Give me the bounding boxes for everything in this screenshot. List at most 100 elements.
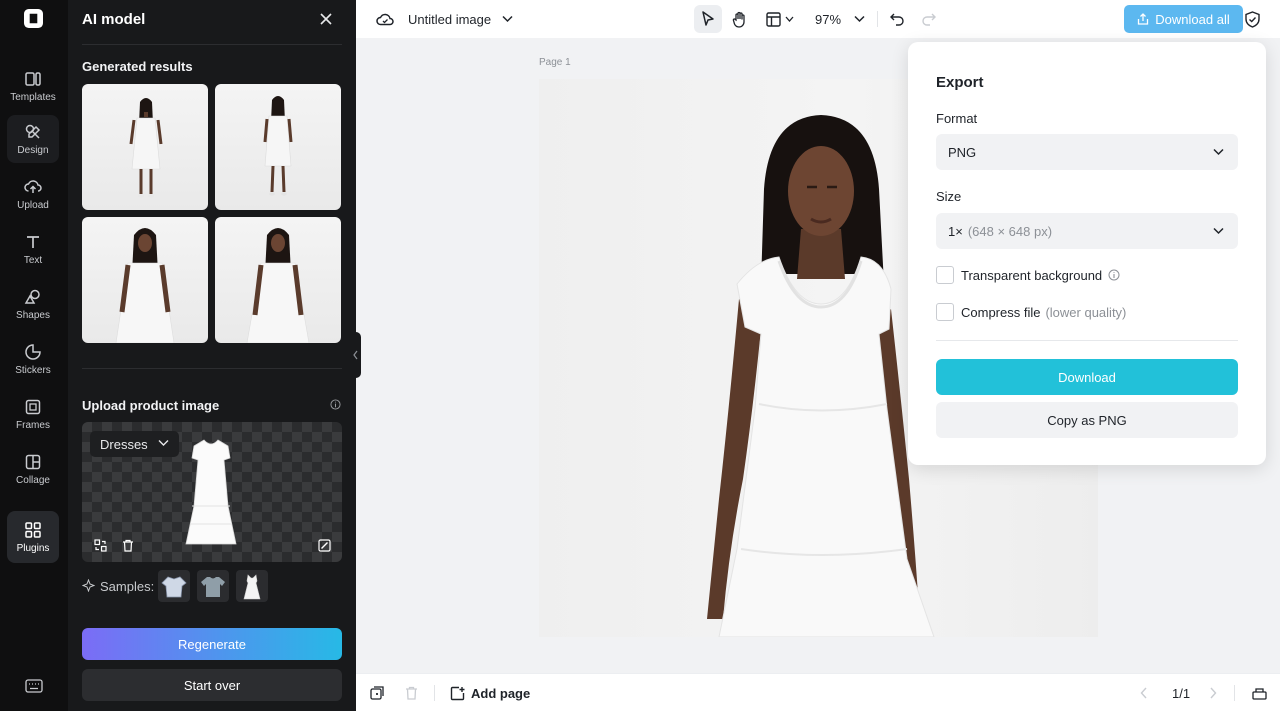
size-select[interactable]: 1× (648 × 648 px): [936, 213, 1238, 249]
cloud-save-button[interactable]: [376, 0, 394, 38]
rail-item-shapes[interactable]: Shapes: [7, 280, 59, 328]
sample-tshirt[interactable]: [197, 570, 229, 602]
download-all-button[interactable]: Download all: [1124, 5, 1243, 33]
chevron-down-icon: [158, 440, 169, 446]
start-over-button[interactable]: Start over: [82, 669, 342, 701]
rail-item-design[interactable]: Design: [7, 115, 59, 163]
separator: [877, 11, 878, 27]
divider: [82, 44, 342, 45]
compress-file-label: Compress file: [961, 304, 1041, 320]
next-page-button[interactable]: [1209, 674, 1217, 711]
pointer-icon: [702, 11, 714, 26]
zoom-value: 97%: [815, 11, 842, 27]
rail-item-frames[interactable]: Frames: [7, 390, 59, 438]
select-tool-button[interactable]: [694, 5, 722, 33]
category-select[interactable]: Dresses: [90, 431, 179, 457]
rail-label: Shapes: [16, 309, 50, 321]
copy-as-png-button[interactable]: Copy as PNG: [936, 402, 1238, 438]
chevron-down-icon: [502, 15, 513, 23]
undo-button[interactable]: [883, 5, 911, 33]
document-title[interactable]: Untitled image: [408, 0, 513, 38]
swap-icon: [93, 538, 107, 552]
divider: [82, 368, 342, 369]
format-label: Format: [936, 111, 978, 126]
samples-row: Samples:: [82, 570, 342, 602]
info-icon[interactable]: [330, 399, 341, 410]
keyboard-icon[interactable]: [25, 679, 43, 693]
info-icon[interactable]: [1108, 269, 1120, 281]
compress-file-option[interactable]: Compress file (lower quality): [936, 303, 1126, 321]
divider: [936, 340, 1238, 341]
cloud-icon: [376, 13, 394, 26]
redo-button[interactable]: [915, 5, 943, 33]
rail-item-stickers[interactable]: Stickers: [7, 335, 59, 383]
layout-menu-button[interactable]: [762, 5, 798, 33]
stickers-icon: [25, 343, 41, 360]
hand-tool-button[interactable]: [726, 5, 754, 33]
app-logo-icon[interactable]: [24, 9, 43, 28]
share-icon: [1138, 13, 1149, 25]
product-image-dropzone[interactable]: Dresses: [82, 422, 342, 562]
generated-result-4[interactable]: [215, 217, 341, 343]
duplicate-page-button[interactable]: [370, 674, 384, 711]
download-button[interactable]: Download: [936, 359, 1238, 395]
transparent-background-checkbox[interactable]: [936, 266, 954, 284]
delete-image-button[interactable]: [118, 535, 138, 555]
chevron-right-icon: [1210, 687, 1217, 699]
edit-image-button[interactable]: [314, 535, 334, 555]
generated-result-2[interactable]: [215, 84, 341, 210]
hand-icon: [732, 11, 745, 28]
chevron-left-icon: [353, 350, 358, 360]
delete-page-button[interactable]: [405, 674, 418, 711]
rail-item-text[interactable]: Text: [7, 225, 59, 273]
security-button[interactable]: [1238, 5, 1266, 33]
page-manager-button[interactable]: [1252, 674, 1267, 711]
upload-icon: [24, 179, 42, 193]
product-dress-image: [185, 439, 237, 545]
rail-item-plugins[interactable]: Plugins: [7, 511, 59, 563]
transparent-background-option[interactable]: Transparent background: [936, 266, 1120, 284]
export-popover: Export Format PNG Size 1× (648 × 648 px)…: [908, 42, 1266, 465]
collapse-panel-handle[interactable]: [351, 332, 361, 378]
compress-file-checkbox[interactable]: [936, 303, 954, 321]
zoom-menu[interactable]: 97%: [815, 0, 865, 38]
replace-image-button[interactable]: [90, 535, 110, 555]
generated-result-1[interactable]: [82, 84, 208, 210]
document-title-text: Untitled image: [408, 11, 492, 27]
export-title: Export: [936, 74, 984, 91]
samples-label: Samples:: [100, 579, 155, 594]
collage-icon: [25, 454, 41, 469]
templates-icon: [25, 71, 41, 86]
redo-icon: [922, 13, 936, 26]
transparent-background-label: Transparent background: [961, 267, 1103, 283]
close-icon[interactable]: [319, 12, 333, 26]
separator: [1234, 685, 1235, 701]
compress-file-note: (lower quality): [1045, 304, 1127, 320]
size-label: Size: [936, 189, 962, 204]
add-page-button[interactable]: Add page: [450, 674, 530, 711]
chevron-left-icon: [1140, 687, 1147, 699]
category-value: Dresses: [100, 436, 148, 452]
format-select[interactable]: PNG: [936, 134, 1238, 170]
generated-result-3[interactable]: [82, 217, 208, 343]
sparkle-icon: [82, 579, 95, 592]
sample-dress[interactable]: [236, 570, 268, 602]
top-toolbar: Untitled image 97% Download all: [356, 0, 1280, 38]
design-icon: [25, 124, 41, 139]
download-all-label: Download all: [1155, 11, 1230, 27]
rail-item-upload[interactable]: Upload: [7, 170, 59, 218]
chevron-down-icon: [854, 15, 865, 23]
previous-page-button[interactable]: [1140, 674, 1148, 711]
rail-item-templates[interactable]: Templates: [7, 62, 59, 110]
upload-product-label: Upload product image: [82, 398, 220, 413]
regenerate-button[interactable]: Regenerate: [82, 628, 342, 660]
shield-check-icon: [1244, 10, 1260, 28]
frames-icon: [25, 399, 41, 414]
left-rail: Templates Design Upload Text Shapes Stic…: [0, 0, 68, 711]
panel-title: AI model: [82, 11, 146, 28]
rail-label: Collage: [16, 474, 50, 486]
rail-item-collage[interactable]: Collage: [7, 445, 59, 493]
page-counter: 1/1: [1172, 685, 1191, 701]
rail-label: Upload: [17, 199, 49, 211]
sample-shirt[interactable]: [158, 570, 190, 602]
